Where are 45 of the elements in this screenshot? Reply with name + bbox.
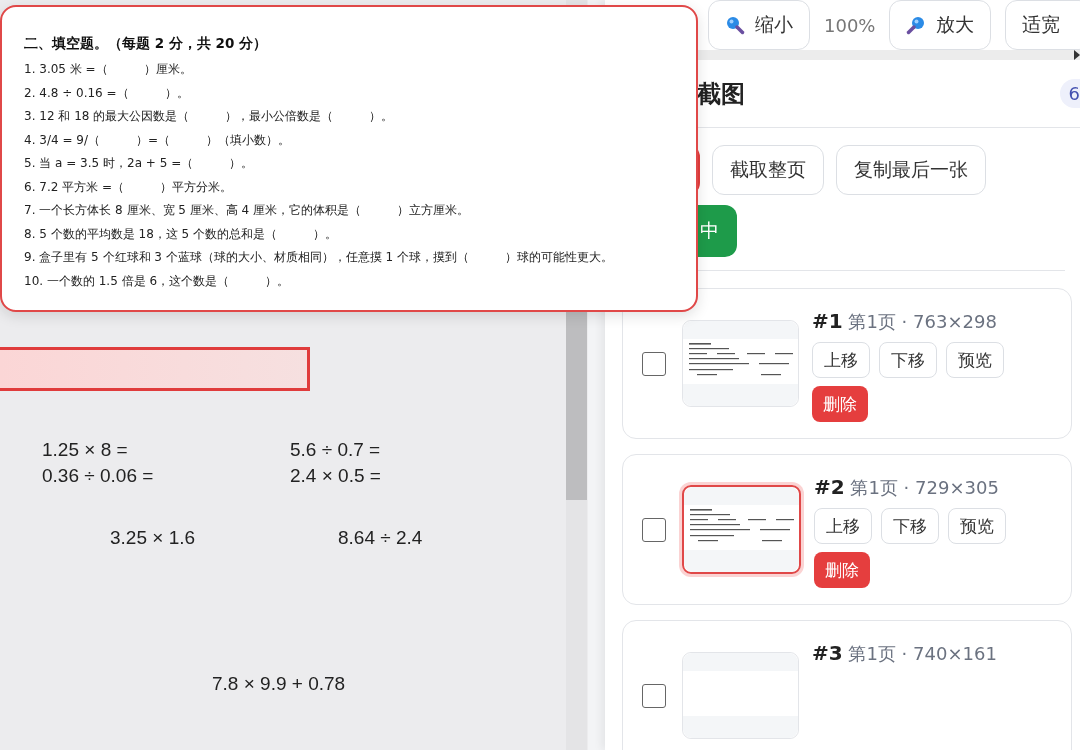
checkbox[interactable] — [642, 351, 666, 376]
question-text: 4. 3/4 = 9/（ ）=（ ）（填小数）。 — [24, 131, 291, 149]
math-expression: 5.6 ÷ 0.7 = — [290, 438, 382, 462]
delete-button[interactable]: 删除 — [814, 552, 870, 588]
math-expression: 2.4 × 0.5 = — [290, 464, 382, 488]
card-button[interactable]: 下移 — [881, 508, 939, 544]
question-text: 7. 一个长方体长 8 厘米、宽 5 厘米、高 4 厘米，它的体积是（ ）立方厘米。 — [24, 202, 471, 219]
math-expression: 1.25 × 8 = — [42, 438, 129, 462]
question-text: 8. 5 个数的平均数是 18，这 5 个数的总和是（ ）。 — [24, 225, 339, 243]
question-text: 5. 当 a = 3.5 时，2a + 5 =（ ）。 — [24, 155, 255, 172]
math-expression: 7.8 × 9.9 + 0.78 — [212, 672, 347, 696]
card-title: #3 第1页 · 740×161 — [812, 641, 997, 666]
card-button[interactable]: 预览 — [948, 508, 1006, 544]
panel-title: 截图 — [697, 78, 745, 110]
card-title: #2 第1页 · 729×305 — [814, 475, 999, 500]
question-text: 3. 12 和 18 的最大公因数是（ ），最小公倍数是（ ）。 — [24, 108, 395, 125]
math-expression: 8.64 ÷ 2.4 — [338, 526, 424, 550]
question-text: 1. 3.05 米 =（ ）厘米。 — [24, 61, 193, 78]
checkbox[interactable] — [642, 517, 666, 542]
question-text: 6. 7.2 平方米 =（ ）平方分米。 — [24, 178, 234, 196]
action-button[interactable]: 截取整页 — [712, 145, 824, 195]
card-title: #1 第1页 · 763×298 — [812, 309, 997, 334]
delete-button[interactable]: 删除 — [812, 386, 868, 422]
magnifier-icon — [725, 15, 745, 35]
math-expression: 3.25 × 1.6 — [110, 526, 197, 550]
question-text: 2. 4.8 ÷ 0.16 =（ ）。 — [24, 84, 190, 102]
count-badge: 6 — [1059, 79, 1080, 108]
zoom-in-button[interactable]: 放大 — [889, 0, 992, 50]
card-button[interactable]: 下移 — [879, 342, 937, 378]
section-heading: 二、填空题。（每题 2 分，共 20 分） — [24, 35, 268, 53]
math-expression: 0.36 ÷ 0.06 = — [42, 464, 155, 488]
zoom-out-button[interactable]: 缩小 — [708, 0, 810, 50]
action-button[interactable]: 复制最后一张 — [836, 145, 986, 195]
card-button[interactable]: 上移 — [814, 508, 872, 544]
thumbnail[interactable] — [682, 485, 801, 574]
fit-width-button[interactable]: 适宽 — [1005, 0, 1080, 50]
question-text: 9. 盒子里有 5 个红球和 3 个蓝球（球的大小、材质相同），任意摸 1 个球，摸到（ ）球的可能性更大。 — [24, 249, 615, 266]
magnifier-icon — [906, 15, 927, 35]
zoom-level: 100% — [824, 14, 876, 36]
question-text: 10. 一个数的 1.5 倍是 6，这个数是（ ）。 — [24, 272, 291, 290]
card-button[interactable]: 上移 — [812, 342, 870, 378]
checkbox[interactable] — [642, 683, 666, 708]
scroll-right-icon[interactable] — [1074, 50, 1080, 60]
card-button[interactable]: 预览 — [946, 342, 1004, 378]
scrollbar-thumb[interactable] — [566, 310, 587, 500]
